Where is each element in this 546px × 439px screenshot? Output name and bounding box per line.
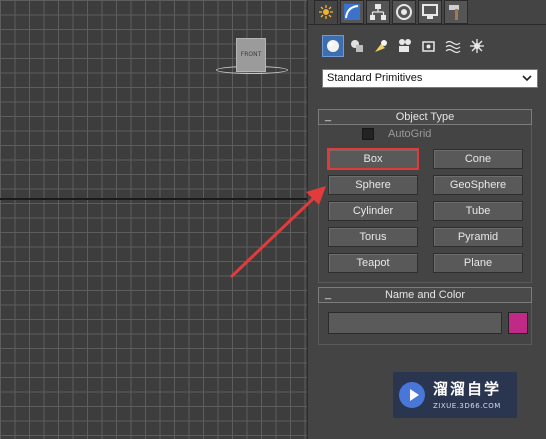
category-geometry[interactable] — [322, 35, 344, 57]
category-cameras[interactable] — [394, 35, 416, 57]
primitives-dropdown-value: Standard Primitives — [327, 72, 423, 84]
world-axis-line — [0, 198, 307, 200]
watermark-logo: 溜溜自学 ZIXUE.3D66.COM — [393, 372, 517, 418]
object-name-field[interactable] — [328, 312, 502, 334]
category-shapes[interactable] — [346, 35, 368, 57]
play-logo-icon — [399, 382, 425, 408]
watermark-title: 溜溜自学 — [433, 380, 502, 398]
category-lights[interactable] — [370, 35, 392, 57]
name-color-title: Name and Color — [384, 289, 466, 301]
autogrid-row: AutoGrid — [362, 128, 431, 140]
tab-modify[interactable] — [340, 0, 364, 24]
tube-button[interactable]: Tube — [433, 201, 523, 221]
autogrid-label: AutoGrid — [388, 128, 432, 140]
cameras-icon — [399, 39, 411, 52]
modify-icon — [344, 4, 360, 20]
tab-motion[interactable] — [392, 0, 416, 24]
display-icon — [422, 4, 438, 19]
object-type-rollout-header[interactable]: _ Object Type — [318, 109, 532, 125]
name-color-rollout-header[interactable]: _ Name and Color — [318, 287, 532, 303]
tab-create[interactable] — [314, 0, 338, 24]
hierarchy-icon — [370, 4, 386, 20]
command-panel-tabs — [314, 0, 468, 26]
object-color-swatch[interactable] — [508, 312, 528, 334]
tab-utilities[interactable] — [444, 0, 468, 24]
pyramid-button[interactable]: Pyramid — [433, 227, 523, 247]
category-space-warps[interactable] — [442, 35, 464, 57]
category-systems[interactable] — [466, 35, 488, 57]
tab-hierarchy[interactable] — [366, 0, 390, 24]
autogrid-checkbox[interactable] — [362, 128, 374, 140]
motion-icon — [396, 4, 412, 20]
primitives-dropdown[interactable]: Standard Primitives — [322, 69, 538, 88]
sphere-button[interactable]: Sphere — [328, 175, 418, 195]
teapot-button[interactable]: Teapot — [328, 253, 418, 273]
watermark-url: ZIXUE.3D66.COM — [433, 402, 501, 410]
box-button[interactable]: Box — [327, 148, 419, 170]
category-helpers[interactable] — [418, 35, 440, 57]
torus-button[interactable]: Torus — [328, 227, 418, 247]
cylinder-button[interactable]: Cylinder — [328, 201, 418, 221]
tab-display[interactable] — [418, 0, 442, 24]
chevron-down-icon — [522, 75, 532, 82]
viewport-front[interactable]: FRONT — [0, 0, 307, 439]
name-color-collapse-toggle[interactable]: _ — [325, 287, 331, 301]
helpers-icon — [422, 41, 435, 52]
create-icon — [319, 5, 333, 19]
cone-button[interactable]: Cone — [433, 149, 523, 169]
viewcube[interactable]: FRONT — [212, 36, 292, 80]
geosphere-button[interactable]: GeoSphere — [433, 175, 523, 195]
shapes-icon — [351, 40, 363, 52]
viewcube-face-front[interactable]: FRONT — [236, 38, 266, 72]
plane-button[interactable]: Plane — [433, 253, 523, 273]
utilities-icon — [449, 5, 459, 20]
systems-icon — [470, 39, 484, 53]
geometry-icon — [327, 40, 339, 52]
object-type-title: Object Type — [395, 111, 455, 123]
space-warps-icon — [445, 40, 461, 54]
create-categories — [322, 35, 488, 57]
tab-strip-divider — [308, 24, 546, 25]
object-type-collapse-toggle[interactable]: _ — [325, 109, 331, 123]
lights-icon — [375, 40, 387, 52]
